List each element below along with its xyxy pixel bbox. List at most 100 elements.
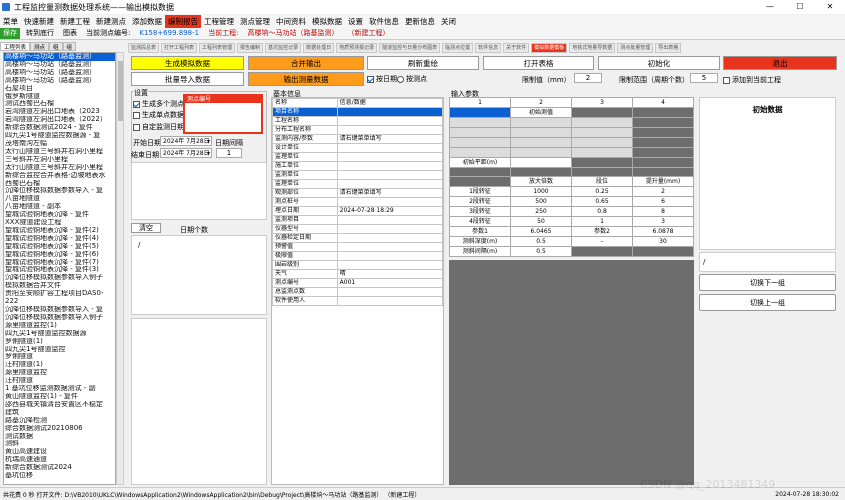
project-list-item[interactable]: 杭瑞高速通道 — [4, 456, 115, 464]
close-window-button[interactable]: ✕ — [815, 0, 845, 14]
project-list-item[interactable]: 路基沉降检测 — [4, 417, 115, 425]
interval-input[interactable]: 1 — [216, 148, 242, 158]
grid-cell[interactable] — [632, 107, 694, 118]
module-tab[interactable]: 打开工程列表 — [161, 43, 198, 53]
grid-cell[interactable] — [571, 117, 633, 128]
info-name-cell[interactable]: 极限值 — [272, 251, 338, 261]
grid-cell[interactable] — [510, 117, 572, 128]
grid-cell[interactable] — [449, 176, 511, 188]
init-flat-label[interactable]: 初始平距(m) — [449, 156, 511, 168]
project-list-item[interactable]: 四九尖1号隧道监控 — [4, 346, 115, 354]
project-list-item[interactable]: 高楼垧～马功站（路基监测） — [4, 61, 115, 69]
menu-simulate[interactable]: 模拟数据 — [309, 15, 345, 28]
grid-cell[interactable] — [571, 246, 633, 258]
single-point-checkbox[interactable] — [133, 111, 140, 119]
info-row[interactable]: 仪器型号 — [272, 224, 444, 234]
grid-cell[interactable] — [449, 166, 511, 178]
project-list-item[interactable]: 新综合监控合并表格-边坡地表水 — [4, 172, 115, 180]
grid-cell[interactable] — [632, 166, 694, 178]
project-list-item[interactable]: 岩湾隧道左洞出口地表（2022） — [4, 116, 115, 124]
grade-cell[interactable]: 500 — [510, 196, 572, 208]
single-point-option[interactable]: 生成单点数据 — [133, 110, 184, 120]
info-name-cell[interactable]: 测点编号 — [272, 278, 338, 288]
module-tab[interactable]: 关于软件 — [503, 43, 530, 53]
info-name-cell[interactable]: 仪器检定日期 — [272, 233, 338, 243]
project-list-item[interactable]: 新综合数据测试2024 — [4, 464, 115, 472]
project-list-item[interactable]: 望城试验铜地表沉降 - 复件 — [4, 211, 115, 219]
project-list-item[interactable]: 四九尖1号隧道监控数据源 — [4, 330, 115, 338]
chart-button[interactable]: 图表 — [60, 28, 80, 39]
grade-cell[interactable]: 4段转征 — [449, 216, 511, 228]
grid-cell[interactable] — [632, 117, 694, 128]
info-name-cell[interactable]: 观测部位 — [272, 188, 338, 198]
grid-cell[interactable] — [510, 146, 572, 158]
project-list-item[interactable]: 建筑 — [4, 409, 115, 417]
info-row[interactable]: 施工单位 — [272, 161, 444, 171]
grid-cell[interactable] — [571, 136, 633, 148]
project-list-item[interactable]: 贵阳至安顺扩容工程项目DAS0- — [4, 290, 115, 298]
info-value-cell[interactable] — [336, 170, 444, 180]
maximize-button[interactable]: ☐ — [785, 0, 815, 14]
menu-add-data[interactable]: 添加数据 — [129, 15, 165, 28]
param1-value[interactable]: 6.0465 — [510, 226, 572, 238]
project-list-item[interactable]: 高楼垧～马功站（路基监测） — [4, 53, 115, 61]
info-row[interactable]: 监理单位 — [272, 152, 444, 162]
grade-cell[interactable]: 2段转征 — [449, 196, 511, 208]
info-value-cell[interactable] — [336, 242, 444, 252]
info-name-cell[interactable]: 分布工程名称 — [272, 125, 338, 135]
project-list-item[interactable]: 望城试验铜地表沉降 - 复件(6) — [4, 251, 115, 259]
project-list-item[interactable]: 罗俐隧道 — [4, 353, 115, 361]
module-tab[interactable]: 数据处理日 — [303, 43, 335, 53]
info-value-cell[interactable] — [336, 161, 444, 171]
grade-cell[interactable]: 50 — [510, 216, 572, 228]
menu-intermediate[interactable]: 中间资料 — [273, 15, 309, 28]
grid-cell[interactable] — [571, 146, 633, 158]
grade-cell[interactable]: 0.65 — [571, 196, 633, 208]
tab-group-b[interactable]: 组 — [62, 42, 77, 51]
init-button[interactable]: 初始化 — [598, 56, 720, 70]
project-list-item[interactable]: 八亩地隧道 — [4, 195, 115, 203]
grid-col-header[interactable]: 3 — [571, 97, 633, 108]
project-list-item[interactable]: 望城试验铜地表沉降 - 复件(2) — [4, 227, 115, 235]
info-row[interactable]: 预警值 — [272, 242, 444, 252]
project-list-item[interactable]: 源里隧道监控 — [4, 369, 115, 377]
grid-cell[interactable] — [510, 136, 572, 148]
project-list-item[interactable]: 综合数据测试20210806 — [4, 425, 115, 433]
info-value-cell[interactable]: 晴 — [336, 269, 444, 279]
refresh-button[interactable]: 刷新重绘 — [367, 56, 479, 70]
info-value-cell[interactable] — [336, 179, 444, 189]
project-list-item[interactable]: 测试数据 — [4, 433, 115, 441]
multi-point-checkbox[interactable] — [133, 100, 140, 108]
switch-next-button[interactable]: 切换下一组 — [699, 274, 836, 291]
merge-output-button[interactable]: 合并输出 — [248, 56, 364, 70]
module-tab[interactable]: 软件信息 — [475, 43, 502, 53]
module-tab[interactable]: 监测段总表 — [128, 43, 160, 53]
project-list-item[interactable]: 八亩地隧道 - 副本 — [4, 203, 115, 211]
menu-main[interactable]: 菜单 — [0, 15, 21, 28]
project-list-item[interactable]: 沉降位移模拟数据参数导入 - 复 — [4, 187, 115, 195]
info-name-cell[interactable]: 预警值 — [272, 242, 338, 252]
project-list-item[interactable]: 太行山隧道三号斜井右洞小里程 — [4, 148, 115, 156]
module-tab[interactable]: 地铁式地量导数据 — [569, 43, 616, 53]
module-tab[interactable]: 模拟数据模板 — [531, 43, 568, 53]
by-date-option[interactable]: 按日期 — [367, 74, 397, 84]
info-name-cell[interactable]: 施工单位 — [272, 161, 338, 171]
project-list-item[interactable]: 测试西蜀巴石榴 — [4, 100, 115, 108]
info-row[interactable]: 分布工程名称 — [272, 125, 444, 135]
project-list-item[interactable]: 汪村隧道(1) — [4, 361, 115, 369]
info-value-cell[interactable] — [336, 260, 444, 270]
start-date-picker[interactable]: 2024年 7月28日 ▾ — [160, 136, 212, 146]
grid-cell[interactable] — [632, 126, 694, 138]
grid-cell[interactable] — [449, 117, 511, 128]
project-list-item[interactable]: XXX隧道建设工程 — [4, 219, 115, 227]
info-value-cell[interactable] — [336, 233, 444, 243]
grid-cell[interactable] — [632, 246, 694, 258]
info-row[interactable]: 监理单位 — [272, 179, 444, 189]
project-list-item[interactable]: 望城试验铜地表沉降 - 复件(3) — [4, 266, 115, 274]
module-tab[interactable]: 工程列表管理 — [199, 43, 236, 53]
point-number-popup[interactable]: 测点编号 — [183, 94, 263, 134]
info-value-cell[interactable] — [336, 224, 444, 234]
grid-cell[interactable] — [510, 166, 572, 178]
menu-report[interactable]: 编制报告 — [165, 15, 201, 28]
info-value-cell[interactable] — [336, 215, 444, 225]
